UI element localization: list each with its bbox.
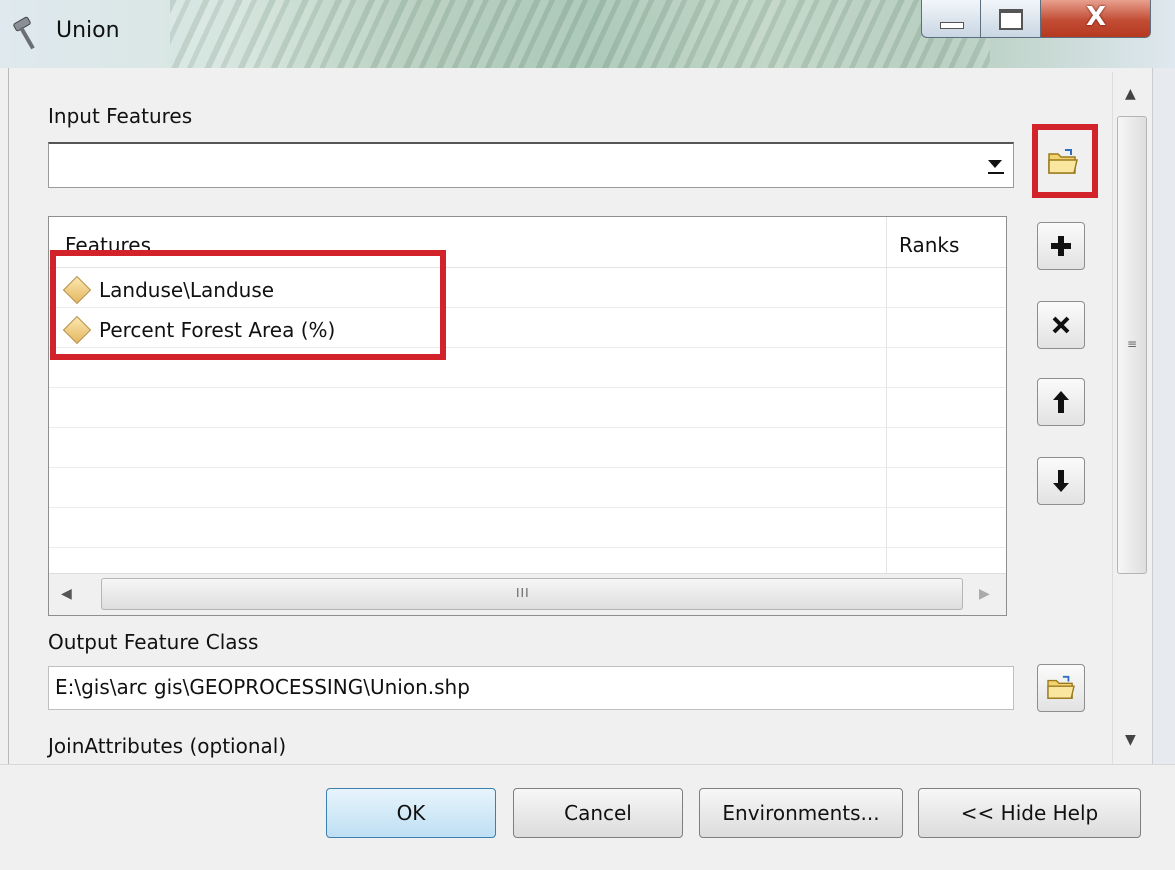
window-title: Union [56,18,120,43]
scroll-left-icon[interactable]: ◀ [61,586,75,604]
ok-button[interactable]: OK [326,788,496,838]
remove-button[interactable] [1037,301,1085,349]
features-highlight [50,250,446,360]
browse-input-button[interactable] [1040,138,1086,186]
browse-output-button[interactable] [1037,664,1085,712]
hide-help-button[interactable]: << Hide Help [918,788,1141,838]
scroll-thumb[interactable]: ≡ [1117,116,1147,574]
input-features-label: Input Features [48,104,193,128]
close-button[interactable]: X [1041,0,1151,38]
input-features-combo[interactable] [48,142,1014,188]
output-feature-class-label: Output Feature Class [48,630,259,654]
add-button[interactable] [1037,222,1085,270]
hammer-icon [13,16,35,50]
maximize-button[interactable] [981,0,1041,38]
scroll-up-icon[interactable]: ▲ [1125,86,1136,102]
vertical-scrollbar[interactable]: ▲ ≡ ▼ [1112,72,1153,764]
plus-icon [1051,236,1071,256]
column-ranks[interactable]: Ranks [899,233,959,257]
scroll-right-icon[interactable]: ▶ [979,586,993,604]
arrow-up-icon [1053,391,1069,413]
minimize-button[interactable] [921,0,981,38]
help-panel-edge [1152,68,1175,868]
title-bar[interactable]: Union X [0,0,1175,68]
browse-folder-icon [1047,675,1075,699]
union-dialog: Union X Input Features Features Ranks La [0,0,1175,870]
move-up-button[interactable] [1037,378,1085,426]
dropdown-arrow-icon[interactable] [985,150,1007,180]
output-feature-class-field[interactable]: E:\gis\arc gis\GEOPROCESSING\Union.shp [48,666,1014,710]
delete-icon [1052,316,1070,334]
scroll-thumb[interactable]: III [101,578,963,610]
cancel-button[interactable]: Cancel [513,788,683,838]
environments-button[interactable]: Environments... [699,788,903,838]
scroll-down-icon[interactable]: ▼ [1125,732,1136,748]
arrow-down-icon [1053,470,1069,492]
move-down-button[interactable] [1037,457,1085,505]
horizontal-scrollbar[interactable]: ◀ III ▶ [49,573,1006,615]
browse-folder-icon [1048,149,1078,174]
join-attributes-label: JoinAttributes (optional) [48,734,287,758]
